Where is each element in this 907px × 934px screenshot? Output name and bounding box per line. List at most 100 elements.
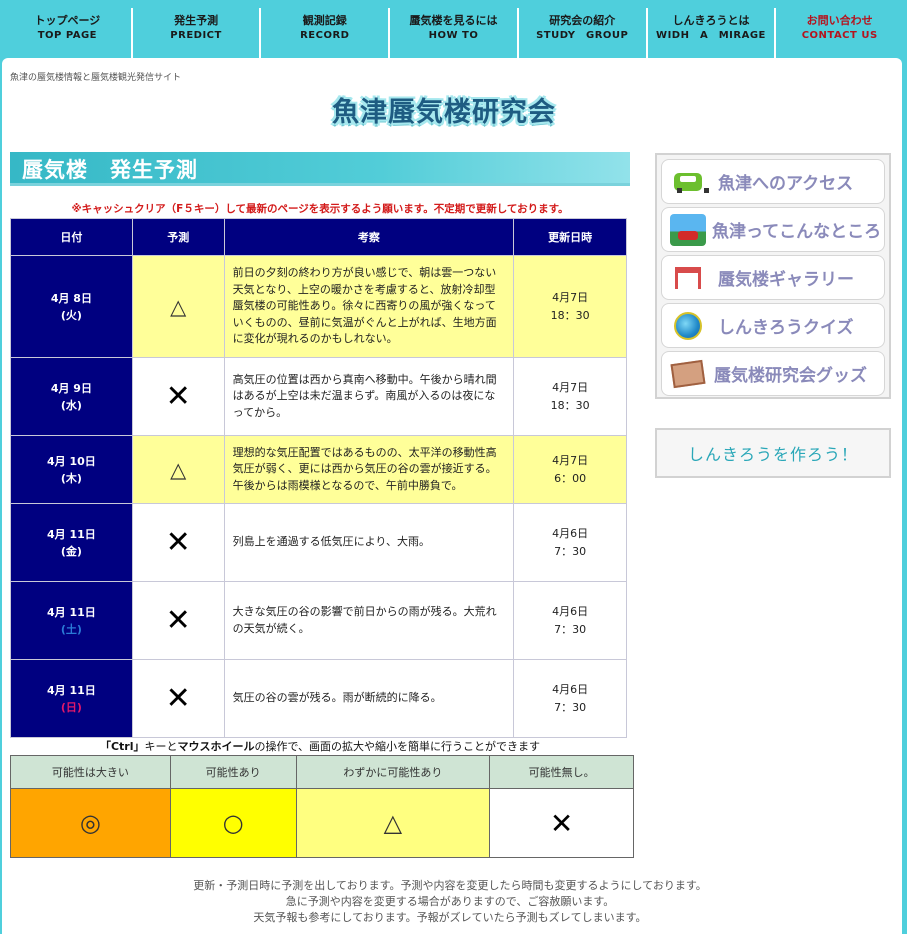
- nav-label-jp: 発生予測: [174, 14, 219, 27]
- legend-label-high: 可能性は大きい: [10, 755, 171, 789]
- row-forecast-mark: ✕: [131, 659, 225, 738]
- cross-mark: ✕: [165, 603, 191, 638]
- side-link-access[interactable]: 魚津へのアクセス: [661, 159, 885, 204]
- row-observation: 前日の夕刻の終わり方が良い感じで、朝は雲一つない天気となり、上空の暖かさを考慮す…: [223, 255, 515, 358]
- legend-label-possible: 可能性あり: [169, 755, 297, 789]
- side-link-label: 蜃気楼ギャラリー: [718, 270, 854, 290]
- updated-date: 4月7日: [552, 453, 589, 467]
- row-forecast-mark: △: [131, 255, 225, 358]
- forecast-header-row: 日付 予測 考察 更新日時: [10, 218, 627, 256]
- nav-contact[interactable]: お問い合わせ CONTACT US: [776, 8, 903, 58]
- updated-time: 18：30: [550, 398, 590, 412]
- date-text: 4月 11日: [47, 605, 96, 619]
- side-menu: 魚津へのアクセス 魚津ってこんなところ 蜃気楼ギャラリー しんきろうクイズ 蜃気…: [655, 153, 891, 399]
- circle-mark: ○: [222, 809, 244, 837]
- side-link-label: 魚津へのアクセス: [718, 174, 854, 194]
- nav-label-en: PREDICT: [170, 30, 222, 41]
- triangle-mark: △: [170, 294, 187, 319]
- make-mirage-button[interactable]: しんきろうを作ろう！: [655, 428, 891, 478]
- row-updated: 4月7日 18：30: [513, 255, 627, 358]
- updated-time: 7：30: [554, 544, 587, 558]
- row-forecast-mark: ✕: [131, 357, 225, 436]
- cross-mark: ✕: [165, 379, 191, 414]
- legend-header-row: 可能性は大きい 可能性あり わずかに可能性あり 可能性無し。: [10, 755, 634, 789]
- updated-time: 6：00: [554, 471, 587, 485]
- updated-date: 4月6日: [552, 526, 589, 540]
- table-row: 4月 11日 (土) ✕ 大きな気圧の谷の影響で前日からの雨が残る。大荒れの天気が…: [10, 581, 627, 660]
- nav-label-jp: トップページ: [34, 14, 101, 27]
- side-link-label: 魚津ってこんなところ: [712, 222, 882, 242]
- row-forecast-mark: ✕: [131, 503, 225, 582]
- legend-label-slight: わずかに可能性あり: [295, 755, 491, 789]
- weekday-text: (火): [60, 308, 82, 322]
- nav-top-page[interactable]: トップページ TOP PAGE: [4, 8, 133, 58]
- top-nav: トップページ TOP PAGE 発生予測 PREDICT 観測記録 RECORD…: [0, 0, 907, 58]
- nav-mirage[interactable]: しんきろうとは WIDH A MIRAGE: [648, 8, 777, 58]
- row-date: 4月 8日 (火): [10, 255, 133, 358]
- row-updated: 4月6日 7：30: [513, 581, 627, 660]
- updated-date: 4月6日: [552, 682, 589, 696]
- row-forecast-mark: ✕: [131, 581, 225, 660]
- nav-label-en: TOP PAGE: [37, 30, 98, 41]
- nav-study-group[interactable]: 研究会の紹介 STUDY GROUP: [519, 8, 648, 58]
- cross-mark: ✕: [165, 681, 191, 716]
- hint-text-1: キーと: [144, 740, 178, 753]
- legend-cell-slight: △: [295, 788, 491, 858]
- row-updated: 4月6日 7：30: [513, 503, 627, 582]
- row-updated: 4月6日 7：30: [513, 659, 627, 738]
- nav-label-en: CONTACT US: [801, 30, 878, 41]
- updated-date: 4月6日: [552, 604, 589, 618]
- legend-cell-none: ✕: [489, 788, 634, 858]
- legend-cell-high: ◎: [10, 788, 171, 858]
- legend-table: 可能性は大きい 可能性あり わずかに可能性あり 可能性無し。 ◎ ○ △ ✕: [10, 755, 634, 858]
- row-observation: 大きな気圧の谷の影響で前日からの雨が残る。大荒れの天気が続く。: [223, 581, 515, 660]
- nav-label-jp: 観測記録: [302, 14, 347, 27]
- nav-record[interactable]: 観測記録 RECORD: [261, 8, 391, 58]
- site-tagline: 魚津の蜃気楼情報と蜃気楼観光発信サイト: [10, 73, 182, 83]
- weekday-text: (日): [60, 700, 82, 714]
- updated-date: 4月7日: [552, 290, 589, 304]
- row-updated: 4月7日 6：00: [513, 435, 627, 504]
- side-link-label: 蜃気楼研究会グッズ: [714, 366, 867, 386]
- zoom-hint: 「Ctrl」キーとマウスホイールの操作で、画面の拡大や縮小を簡単に行うことができ…: [10, 738, 630, 754]
- footer-notes: 更新・予測日時に予測を出しております。予測や内容を変更したら時間も変更するように…: [10, 878, 890, 926]
- hint-text-2: の操作で、画面の拡大や縮小を簡単に行うことができます: [254, 740, 541, 753]
- nav-label-jp: しんきろうとは: [672, 14, 750, 27]
- nav-how-to[interactable]: 蜃気楼を見るには HOW TO: [390, 8, 519, 58]
- legend-label-none: 可能性無し。: [489, 755, 634, 789]
- weekday-text: (金): [60, 544, 82, 558]
- forecast-table: 日付 予測 考察 更新日時 4月 8日 (火) △ 前日の夕刻の終わり方が良い感じ…: [10, 218, 627, 738]
- row-observation: 高気圧の位置は西から真南へ移動中。午後から晴れ間はあるが上空は未だ温まらず。南風…: [223, 357, 515, 436]
- weekday-text: (木): [60, 471, 82, 485]
- cache-notice: ※キャッシュクリア（F５キー）して最新のページを表示するよう願います。不定期で更…: [71, 203, 569, 215]
- page-title: 蜃気楼 発生予測: [22, 158, 198, 182]
- footer-line: 天気予報も参考にしております。予報がズレていたら予測もズレてしまいます。: [253, 911, 647, 924]
- date-text: 4月 11日: [47, 527, 96, 541]
- globe-icon: [670, 309, 706, 342]
- row-date: 4月 11日 (日): [10, 659, 133, 738]
- side-link-goods[interactable]: 蜃気楼研究会グッズ: [661, 351, 885, 396]
- side-link-gallery[interactable]: 蜃気楼ギャラリー: [661, 255, 885, 300]
- header-observation: 考察: [223, 218, 515, 256]
- table-row: 4月 10日 (木) △ 理想的な気圧配置ではあるものの、太平洋の移動性高気圧が弱…: [10, 435, 627, 504]
- side-link-quiz[interactable]: しんきろうクイズ: [661, 303, 885, 348]
- updated-time: 7：30: [554, 700, 587, 714]
- table-row: 4月 9日 (水) ✕ 高気圧の位置は西から真南へ移動中。午後から晴れ間はあるが上…: [10, 357, 627, 436]
- side-link-label: しんきろうクイズ: [718, 318, 854, 338]
- ctrl-key-text: 「Ctrl」: [99, 740, 145, 753]
- triangle-mark: △: [170, 457, 187, 482]
- date-text: 4月 11日: [47, 683, 96, 697]
- date-text: 4月 10日: [47, 454, 96, 468]
- header-date: 日付: [10, 218, 133, 256]
- row-date: 4月 11日 (土): [10, 581, 133, 660]
- side-link-about-uozu[interactable]: 魚津ってこんなところ: [661, 207, 885, 252]
- footer-line: 急に予測や内容を変更する場合がありますので、ご容赦願います。: [285, 895, 615, 908]
- site-logo[interactable]: 魚津蜃気楼研究会: [332, 90, 572, 128]
- date-text: 4月 8日: [50, 291, 92, 305]
- footer-line: 更新・予測日時に予測を出しております。予測や内容を変更したら時間も変更するように…: [193, 879, 707, 892]
- row-date: 4月 10日 (木): [10, 435, 133, 504]
- updated-date: 4月7日: [552, 380, 589, 394]
- weekday-text: (水): [60, 398, 82, 412]
- nav-label-en: STUDY GROUP: [536, 30, 629, 41]
- nav-predict[interactable]: 発生予測 PREDICT: [133, 8, 262, 58]
